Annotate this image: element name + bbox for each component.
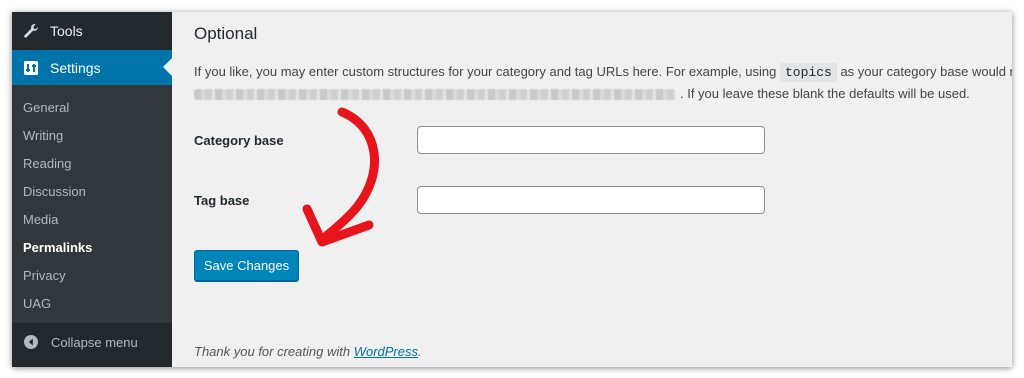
collapse-icon: [23, 334, 39, 350]
tag-base-label: Tag base: [194, 193, 250, 208]
main-content: Optional If you like, you may enter cust…: [172, 12, 1012, 367]
description-code: topics: [780, 63, 837, 82]
sidebar-item-uag[interactable]: UAG: [12, 290, 172, 318]
sidebar-item-discussion[interactable]: Discussion: [12, 178, 172, 206]
footer-period: .: [418, 344, 422, 359]
sidebar-item-settings[interactable]: Settings: [12, 50, 172, 85]
section-description: If you like, you may enter custom struct…: [194, 61, 1012, 104]
current-menu-pointer: [163, 58, 172, 76]
annotation-arrow-icon: [302, 107, 379, 247]
settings-submenu: General Writing Reading Discussion Media Perm…: [12, 85, 172, 323]
sidebar-item-label: Settings: [50, 59, 101, 76]
settings-icon: [23, 60, 39, 76]
tag-base-input[interactable]: [417, 186, 765, 214]
description-text-3: . If you leave these blank the defaults …: [680, 86, 970, 101]
sidebar-item-general[interactable]: General: [12, 94, 172, 122]
sidebar-item-media[interactable]: Media: [12, 206, 172, 234]
description-text: If you like, you may enter custom struct…: [194, 64, 777, 79]
sidebar-item-tools[interactable]: Tools: [12, 12, 172, 49]
admin-sidebar: Tools Settings General Writing Reading Disc…: [12, 12, 172, 367]
save-changes-button[interactable]: Save Changes: [194, 250, 299, 281]
blurred-url-example: [194, 89, 676, 101]
collapse-menu-label: Collapse menu: [51, 334, 138, 350]
sidebar-item-label: Tools: [50, 22, 83, 39]
admin-footer: Thank you for creating with WordPress.: [194, 344, 422, 359]
screenshot-frame: Tools Settings General Writing Reading Disc…: [12, 12, 1012, 367]
category-base-label: Category base: [194, 133, 284, 148]
sidebar-item-privacy[interactable]: Privacy: [12, 262, 172, 290]
footer-text: Thank you for creating with: [194, 344, 351, 359]
sidebar-item-reading[interactable]: Reading: [12, 150, 172, 178]
wrench-icon: [22, 22, 40, 40]
collapse-menu-button[interactable]: Collapse menu: [12, 326, 172, 358]
sidebar-item-permalinks[interactable]: Permalinks: [12, 234, 172, 262]
section-title: Optional: [194, 24, 258, 43]
description-text-2: as your category base would r: [840, 64, 1012, 79]
category-base-input[interactable]: [417, 126, 765, 154]
sidebar-item-writing[interactable]: Writing: [12, 122, 172, 150]
wordpress-link[interactable]: WordPress: [354, 344, 418, 359]
